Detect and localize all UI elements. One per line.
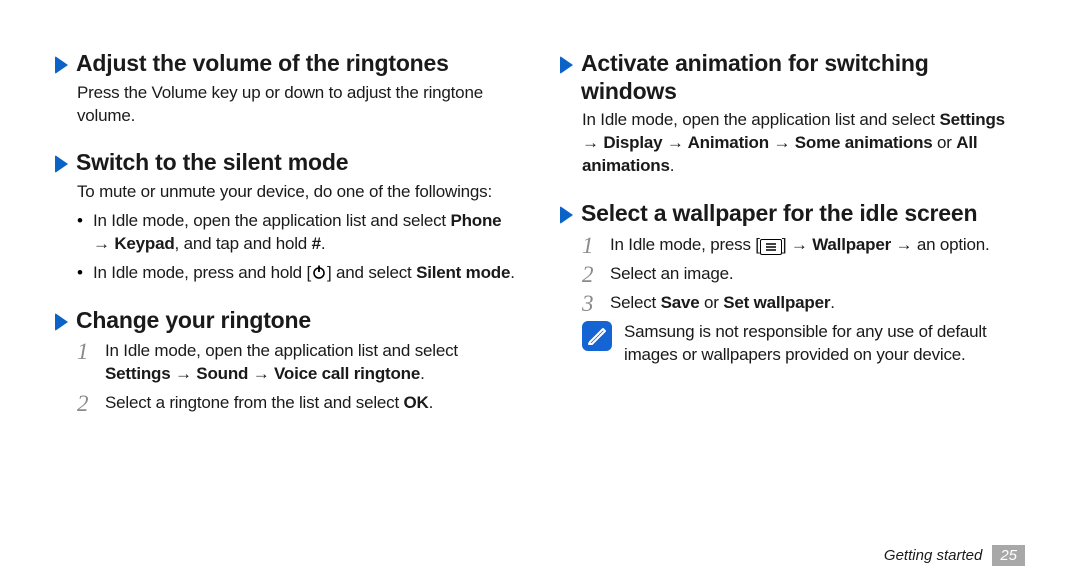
heading-text: Select a wallpaper for the idle screen bbox=[581, 200, 977, 228]
page: Adjust the volume of the ringtones Press… bbox=[0, 0, 1080, 586]
text: . bbox=[321, 234, 326, 253]
text: In Idle mode, press and hold [ bbox=[93, 263, 311, 282]
text: In Idle mode, open the application list … bbox=[105, 341, 458, 360]
text: . bbox=[429, 393, 434, 412]
footer-page-number: 25 bbox=[992, 545, 1025, 566]
step-number: 2 bbox=[77, 392, 95, 415]
section-adjust-volume: Adjust the volume of the ringtones Press… bbox=[55, 50, 520, 127]
list-item: 1 In Idle mode, open the application lis… bbox=[77, 340, 520, 386]
text: ] and select bbox=[327, 263, 416, 282]
section-activate-animation: Activate animation for switching windows… bbox=[560, 50, 1025, 178]
heading-text: Switch to the silent mode bbox=[76, 149, 348, 177]
heading-row: Adjust the volume of the ringtones bbox=[55, 50, 520, 78]
bold-text: Save bbox=[661, 293, 700, 312]
bold-text: Wallpaper bbox=[812, 235, 891, 254]
note-icon bbox=[582, 321, 612, 351]
chevron-icon bbox=[55, 155, 68, 173]
text: → an option. bbox=[891, 235, 990, 254]
heading-text: Activate animation for switching windows bbox=[581, 50, 1025, 105]
step-text: In Idle mode, open the application list … bbox=[105, 340, 520, 386]
list-item: In Idle mode, open the application list … bbox=[77, 210, 520, 256]
bold-text: # bbox=[312, 234, 321, 253]
chevron-icon bbox=[560, 56, 573, 74]
text: or bbox=[699, 293, 723, 312]
text: . bbox=[670, 156, 675, 175]
text: Select bbox=[610, 293, 661, 312]
text: or bbox=[933, 133, 957, 152]
list-item: 2 Select a ringtone from the list and se… bbox=[77, 392, 520, 415]
left-column: Adjust the volume of the ringtones Press… bbox=[55, 50, 520, 556]
text: . bbox=[830, 293, 835, 312]
step-number: 1 bbox=[582, 234, 600, 257]
numbered-list: 1 In Idle mode, press [ ] → Wallpaper → a… bbox=[560, 234, 1025, 315]
section-change-ringtone: Change your ringtone 1 In Idle mode, ope… bbox=[55, 307, 520, 415]
text: , and tap and hold bbox=[175, 234, 312, 253]
bullet-list: In Idle mode, open the application list … bbox=[55, 210, 520, 285]
section-wallpaper: Select a wallpaper for the idle screen 1… bbox=[560, 200, 1025, 366]
step-number: 2 bbox=[582, 263, 600, 286]
bold-text: OK bbox=[404, 393, 429, 412]
heading-row: Switch to the silent mode bbox=[55, 149, 520, 177]
heading-text: Change your ringtone bbox=[76, 307, 311, 335]
step-text: In Idle mode, press [ ] → Wallpaper → an … bbox=[610, 234, 990, 257]
bold-text: Settings → Sound → Voice call ringtone bbox=[105, 364, 420, 383]
bold-text: Silent mode bbox=[416, 263, 510, 282]
chevron-icon bbox=[55, 313, 68, 331]
body-text: To mute or unmute your device, do one of… bbox=[55, 181, 520, 204]
text: ] → bbox=[782, 235, 812, 254]
text: In Idle mode, press [ bbox=[610, 235, 760, 254]
step-number: 3 bbox=[582, 292, 600, 315]
text: In Idle mode, open the application list … bbox=[93, 211, 450, 230]
menu-icon bbox=[760, 239, 782, 255]
list-item: In Idle mode, press and hold [ ] and sele… bbox=[77, 262, 520, 285]
heading-row: Select a wallpaper for the idle screen bbox=[560, 200, 1025, 228]
chevron-icon bbox=[560, 206, 573, 224]
text: . bbox=[420, 364, 425, 383]
heading-row: Activate animation for switching windows bbox=[560, 50, 1025, 105]
list-item: 3 Select Save or Set wallpaper. bbox=[582, 292, 1025, 315]
step-text: Select Save or Set wallpaper. bbox=[610, 292, 835, 315]
list-item: 1 In Idle mode, press [ ] → Wallpaper → a… bbox=[582, 234, 1025, 257]
footer-section-label: Getting started bbox=[884, 547, 982, 564]
chevron-icon bbox=[55, 56, 68, 74]
bold-text: Set wallpaper bbox=[723, 293, 830, 312]
heading-text: Adjust the volume of the ringtones bbox=[76, 50, 449, 78]
step-text: Select a ringtone from the list and sele… bbox=[105, 392, 433, 415]
text: . bbox=[510, 263, 515, 282]
text: Select a ringtone from the list and sele… bbox=[105, 393, 404, 412]
note-text: Samsung is not responsible for any use o… bbox=[624, 321, 1025, 367]
step-number: 1 bbox=[77, 340, 95, 363]
text: In Idle mode, open the application list … bbox=[582, 110, 939, 129]
heading-row: Change your ringtone bbox=[55, 307, 520, 335]
footer: Getting started 25 bbox=[884, 545, 1025, 566]
note-row: Samsung is not responsible for any use o… bbox=[560, 321, 1025, 367]
step-text: Select an image. bbox=[610, 263, 733, 286]
numbered-list: 1 In Idle mode, open the application lis… bbox=[55, 340, 520, 415]
list-item: 2 Select an image. bbox=[582, 263, 1025, 286]
power-icon bbox=[311, 264, 327, 280]
section-silent-mode: Switch to the silent mode To mute or unm… bbox=[55, 149, 520, 284]
body-text: Press the Volume key up or down to adjus… bbox=[55, 82, 520, 128]
right-column: Activate animation for switching windows… bbox=[560, 50, 1025, 556]
body-text: In Idle mode, open the application list … bbox=[560, 109, 1025, 178]
